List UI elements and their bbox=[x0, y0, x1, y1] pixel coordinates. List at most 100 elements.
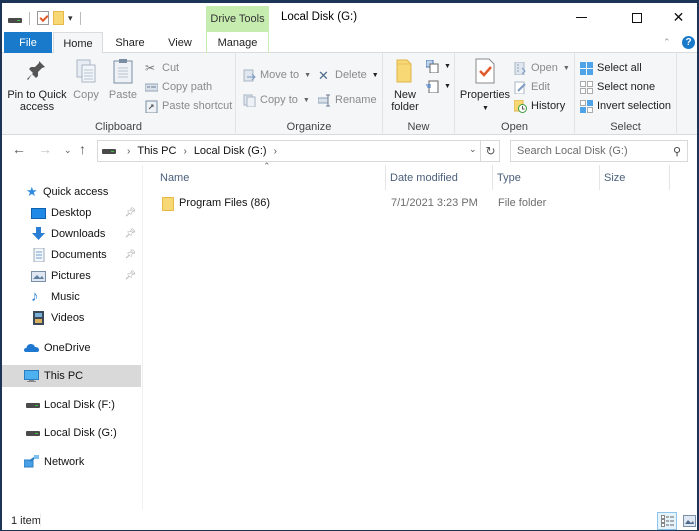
sidebar-item-pictures[interactable]: Pictures 📌︎ bbox=[2, 265, 141, 287]
properties-button[interactable]: Properties ▼ bbox=[459, 57, 511, 115]
videos-icon bbox=[33, 311, 44, 325]
status-bar: 1 item bbox=[2, 510, 697, 530]
paste-button[interactable]: Paste bbox=[106, 57, 140, 101]
network-icon bbox=[24, 455, 39, 468]
new-item-button[interactable]: ▼ bbox=[426, 57, 451, 75]
pin-icon[interactable]: 📌︎ bbox=[125, 207, 136, 218]
new-item-icon bbox=[426, 59, 439, 73]
cut-button[interactable]: ✂ Cut bbox=[145, 59, 179, 77]
sidebar-item-documents[interactable]: Documents 📌︎ bbox=[2, 244, 141, 266]
details-view-button[interactable] bbox=[657, 512, 677, 530]
move-to-button[interactable]: Move to ▼ bbox=[243, 66, 311, 84]
new-folder-icon[interactable] bbox=[53, 11, 64, 25]
file-explorer-window: ▾︎ Drive Tools Local Disk (G:) ✕ File Ho… bbox=[0, 0, 699, 531]
edit-button[interactable]: Edit bbox=[514, 78, 550, 96]
paste-shortcut-button[interactable]: Paste shortcut bbox=[145, 97, 232, 115]
minimize-button[interactable] bbox=[558, 3, 604, 32]
help-icon[interactable]: ? bbox=[682, 36, 695, 49]
open-label: Open bbox=[531, 62, 558, 74]
properties-label: Properties bbox=[459, 89, 511, 101]
paste-label: Paste bbox=[108, 89, 138, 101]
copy-path-button[interactable]: Copy path bbox=[145, 78, 212, 96]
copy-to-button[interactable]: Copy to ▼ bbox=[243, 91, 310, 109]
pin-icon[interactable]: 📌︎ bbox=[125, 228, 136, 239]
back-button[interactable]: ← bbox=[12, 141, 26, 157]
maximize-icon bbox=[632, 12, 642, 23]
history-label: History bbox=[531, 100, 566, 112]
rename-icon bbox=[318, 94, 330, 106]
cloud-icon bbox=[24, 344, 39, 352]
dropdown-arrow-icon: ▼ bbox=[562, 64, 570, 72]
tab-home[interactable]: Home bbox=[53, 32, 103, 54]
breadcrumb-local-disk-g[interactable]: Local Disk (G:) bbox=[194, 145, 267, 157]
column-header-type[interactable]: Type bbox=[493, 165, 600, 190]
search-icon: ⚲ bbox=[672, 146, 681, 158]
sidebar-item-local-disk-f[interactable]: Local Disk (F:) bbox=[2, 394, 141, 416]
sidebar-item-label: Documents bbox=[51, 249, 107, 261]
pin-to-quick-access-button[interactable]: Pin to Quick access bbox=[6, 57, 68, 113]
sidebar-item-network[interactable]: Network bbox=[2, 451, 141, 473]
new-folder-button[interactable]: New folder bbox=[387, 57, 423, 113]
table-row[interactable]: Program Files (86) 7/1/2021 3:23 PM File… bbox=[155, 193, 675, 215]
desktop-icon bbox=[31, 207, 46, 219]
open-button[interactable]: Open ▼ bbox=[514, 59, 570, 77]
sidebar-item-label: OneDrive bbox=[44, 342, 91, 354]
breadcrumb-separator[interactable]: › bbox=[183, 146, 186, 157]
forward-button[interactable]: → bbox=[38, 141, 52, 157]
search-input[interactable]: Search Local Disk (G:) bbox=[517, 145, 628, 157]
breadcrumb-separator[interactable]: › bbox=[127, 146, 130, 157]
maximize-button[interactable] bbox=[614, 3, 660, 32]
tab-file[interactable]: File bbox=[4, 32, 52, 53]
rename-button[interactable]: Rename bbox=[318, 91, 377, 109]
search-box[interactable]: Search Local Disk (G:) ⚲ bbox=[510, 140, 688, 162]
select-none-label: Select none bbox=[597, 81, 656, 93]
file-type: File folder bbox=[498, 197, 547, 209]
sidebar-item-music[interactable]: ♪ Music bbox=[2, 286, 141, 308]
sidebar-item-quick-access[interactable]: ★ Quick access bbox=[2, 181, 141, 203]
properties-icon[interactable] bbox=[37, 11, 49, 25]
tab-manage[interactable]: Manage bbox=[206, 32, 269, 53]
sidebar-item-downloads[interactable]: Downloads 📌︎ bbox=[2, 223, 141, 245]
invert-selection-button[interactable]: Invert selection bbox=[580, 97, 671, 115]
sidebar-item-this-pc[interactable]: This PC bbox=[2, 365, 141, 387]
history-button[interactable]: History bbox=[514, 97, 565, 115]
edit-label: Edit bbox=[531, 81, 550, 93]
copy-button[interactable]: Copy bbox=[70, 57, 102, 101]
pin-icon[interactable]: 📌︎ bbox=[125, 249, 136, 260]
collapse-ribbon-icon[interactable]: ⌃ bbox=[663, 37, 671, 48]
column-header-date-modified[interactable]: Date modified bbox=[386, 165, 493, 190]
breadcrumb-this-pc[interactable]: This PC bbox=[137, 145, 176, 157]
column-header-size[interactable]: Size bbox=[600, 165, 670, 190]
tab-view[interactable]: View bbox=[156, 32, 204, 53]
sidebar-item-onedrive[interactable]: OneDrive bbox=[2, 337, 141, 359]
breadcrumb-separator[interactable]: › bbox=[274, 146, 277, 157]
sidebar-item-videos[interactable]: Videos bbox=[2, 307, 141, 329]
open-group: Properties ▼ Open ▼ Edit History Open bbox=[455, 53, 575, 135]
sidebar-item-local-disk-g[interactable]: Local Disk (G:) bbox=[2, 422, 141, 444]
move-to-label: Move to bbox=[260, 69, 300, 81]
copy-icon bbox=[76, 59, 96, 83]
select-all-label: Select all bbox=[597, 62, 642, 74]
large-icons-view-button[interactable] bbox=[679, 512, 699, 530]
close-button[interactable]: ✕ bbox=[660, 3, 697, 32]
recent-locations-dropdown[interactable]: ⌄ bbox=[64, 145, 72, 156]
dropdown-arrow-icon: ▼ bbox=[444, 62, 451, 70]
select-all-button[interactable]: Select all bbox=[580, 59, 642, 77]
new-group: New folder ▼ ▼ New bbox=[383, 53, 455, 135]
sidebar-item-desktop[interactable]: Desktop 📌︎ bbox=[2, 202, 141, 224]
sidebar-item-label: Pictures bbox=[51, 270, 91, 282]
easy-access-button[interactable]: ▼ bbox=[426, 77, 451, 95]
up-button[interactable]: ↑ bbox=[79, 141, 86, 157]
pin-icon[interactable]: 📌︎ bbox=[125, 270, 136, 281]
address-history-dropdown-icon[interactable]: ⌄ bbox=[469, 144, 477, 155]
select-none-icon bbox=[580, 80, 593, 94]
customize-dropdown-icon[interactable]: ▾︎ bbox=[68, 13, 73, 23]
refresh-button[interactable]: ↻ bbox=[480, 140, 500, 162]
ribbon-tabs: File Home Share View Manage ⌃ ? bbox=[2, 32, 697, 54]
select-none-button[interactable]: Select none bbox=[580, 78, 655, 96]
column-header-name[interactable]: Name bbox=[156, 165, 386, 190]
tab-share[interactable]: Share bbox=[106, 32, 154, 53]
address-bar[interactable]: › This PC › Local Disk (G:) › bbox=[97, 140, 500, 162]
sidebar-item-label: Music bbox=[51, 291, 80, 303]
delete-button[interactable]: ✕ Delete ▼ bbox=[318, 66, 379, 84]
